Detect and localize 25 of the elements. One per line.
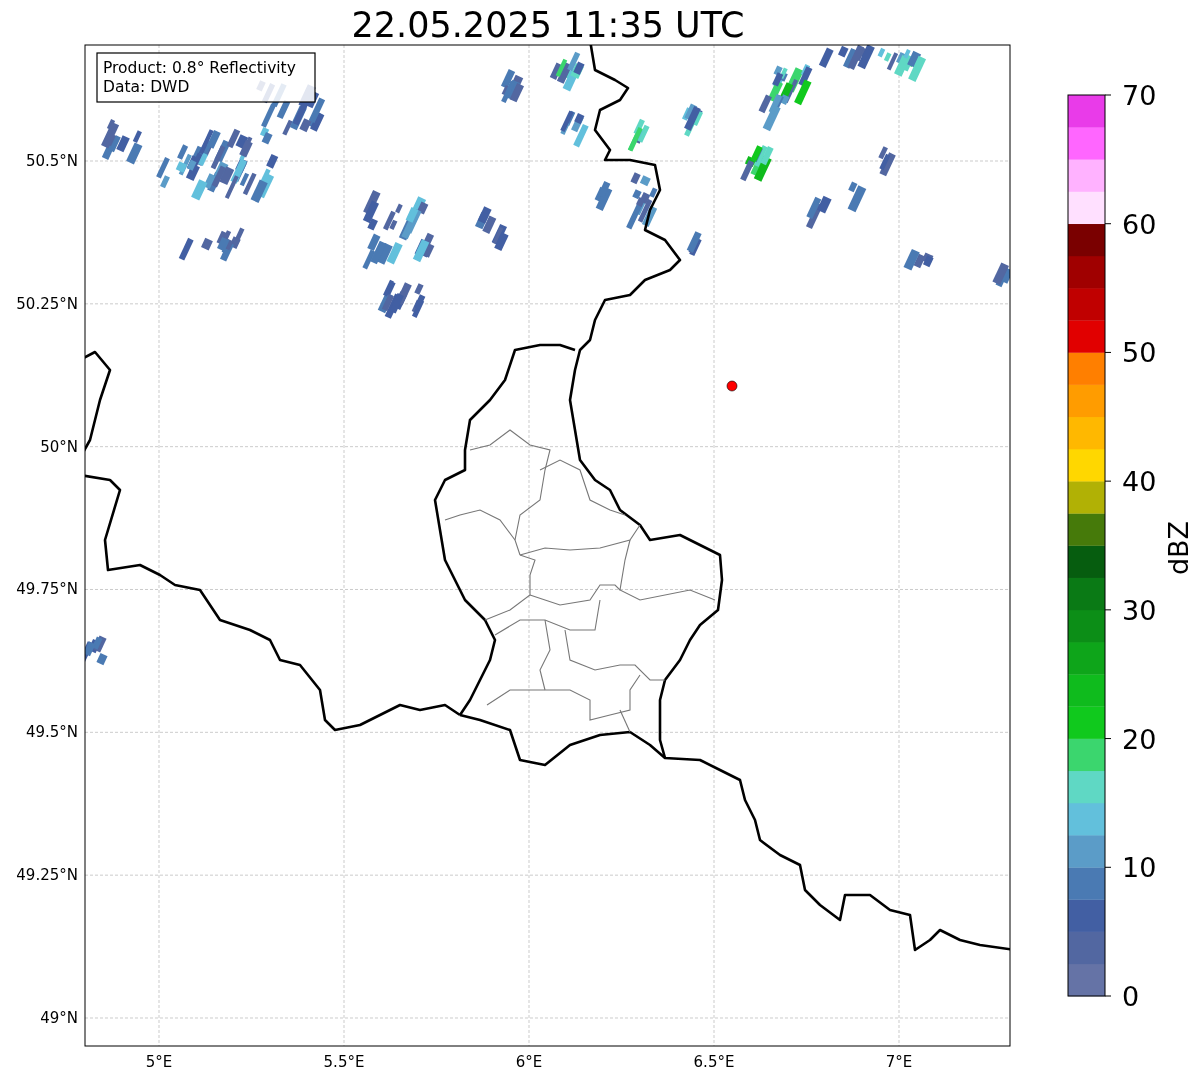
axis-tick-label: 50.25°N [16,294,78,313]
colorbar-tick-label: 70 [1122,80,1157,111]
colorbar-tick-label: 20 [1122,723,1157,755]
colorbar-tick-label: 0 [1122,981,1140,1012]
axis-tick-label: 49.75°N [16,580,78,599]
axis-tick-label: 5.5°E [323,1053,365,1071]
colorbar-label: dBZ [1163,520,1194,576]
axis-tick-label: 49.25°N [16,866,78,885]
colorbar-tick-label: 60 [1122,208,1157,240]
axis-tick-label: 49.5°N [25,723,78,742]
axis-tick-label: 50.5°N [25,152,78,170]
info-text: Data: DWD [103,78,190,96]
info-text: Product: 0.8° Reflectivity [103,59,296,77]
colorbar-tick-label: 40 [1122,466,1157,498]
axis-tick-label: 49°N [40,1009,78,1027]
axis-tick-label: 50°N [40,437,78,456]
axis-tick-label: 6.5°E [693,1053,735,1071]
colorbar-tick-label: 10 [1122,852,1157,884]
axis-tick-label: 5°E [145,1053,173,1071]
radar-station-marker [726,380,738,392]
axis-tick-label: 6°E [515,1053,543,1071]
axis-tick-label: 7°E [885,1053,913,1071]
chart-title: 22.05.2025 11:35 UTC [351,5,745,45]
colorbar-tick-label: 50 [1122,337,1157,369]
colorbar-tick-label: 30 [1122,594,1157,626]
